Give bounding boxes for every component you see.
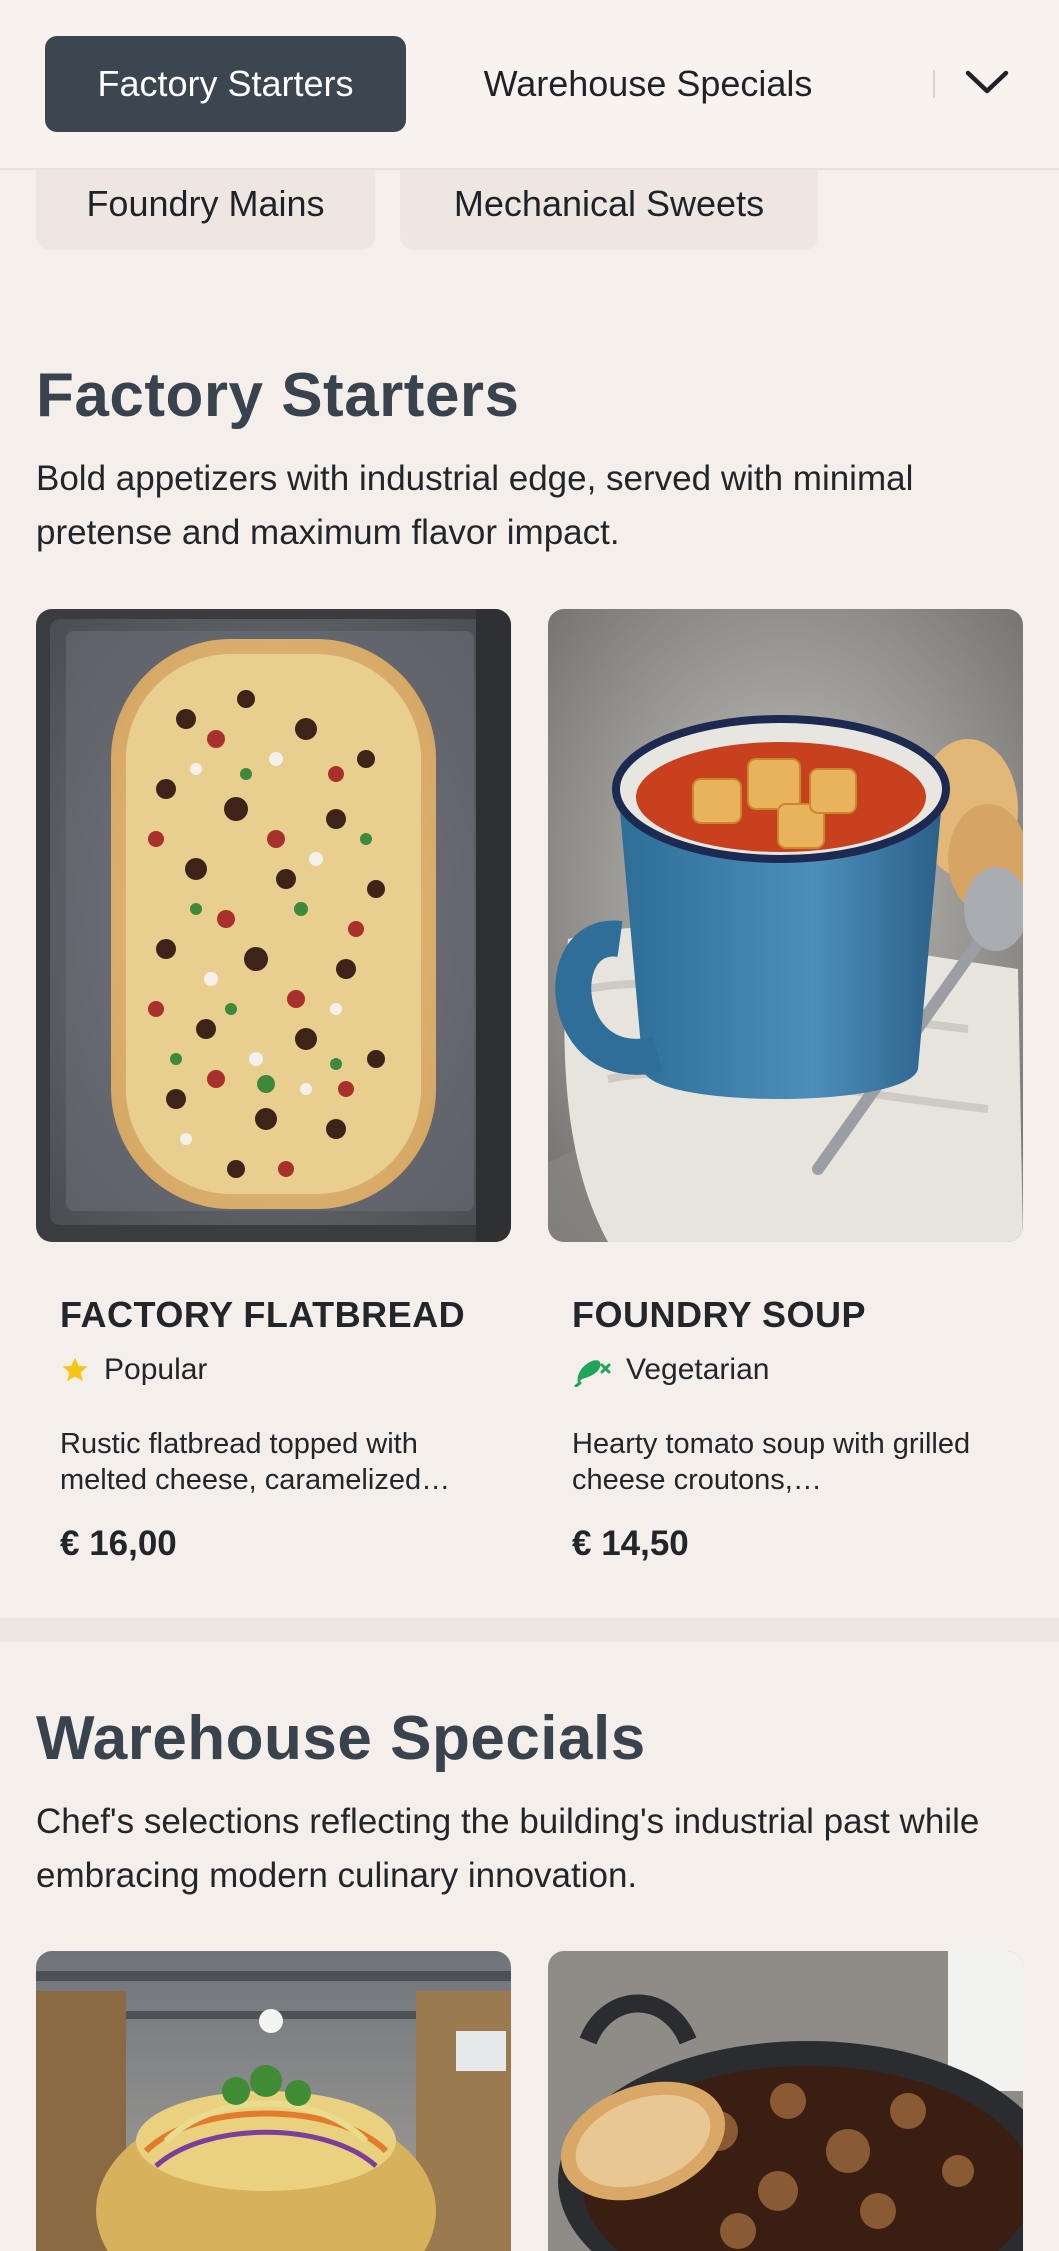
tab-label: Factory Starters	[97, 63, 354, 104]
nav-fade	[860, 20, 930, 150]
item-name: FACTORY FLATBREAD	[60, 1294, 466, 1335]
vegetarian-badge: Vegetarian	[572, 1353, 769, 1387]
nav-divider	[933, 70, 935, 98]
section-divider	[0, 1618, 1059, 1642]
section-description: Chef's selections reflecting the buildin…	[36, 1802, 980, 1895]
item-description: Hearty tomato soup with grilled cheese c…	[572, 1428, 971, 1496]
flatbread-image[interactable]	[36, 609, 511, 1242]
expand-categories-button[interactable]	[955, 50, 1019, 114]
tab-label: Mechanical Sweets	[453, 183, 765, 224]
section-description: Bold appetizers with industrial edge, se…	[36, 459, 914, 552]
soup-photo	[548, 609, 1023, 1242]
star-icon	[60, 1355, 90, 1385]
popular-badge: Popular	[60, 1353, 207, 1387]
vegetarian-icon	[572, 1353, 612, 1387]
tab-factory-starters[interactable]: Factory Starters	[45, 36, 406, 132]
item-name: FOUNDRY SOUP	[572, 1294, 867, 1335]
category-nav: Factory Starters Warehouse Specials	[0, 0, 1059, 170]
chevron-down-icon	[965, 70, 1009, 94]
flatbread-photo	[36, 609, 511, 1242]
tab-label: Foundry Mains	[86, 183, 325, 224]
tab-label: Warehouse Specials	[483, 63, 813, 104]
stew-photo	[548, 1951, 1023, 2251]
stew-image[interactable]	[548, 1951, 1023, 2251]
section-title: Warehouse Specials	[36, 1704, 646, 1773]
item-price: € 16,00	[60, 1524, 177, 1563]
item-price: € 14,50	[572, 1524, 689, 1563]
badge-label: Popular	[104, 1353, 208, 1386]
warehouse-dish-image[interactable]	[36, 1951, 511, 2251]
badge-label: Vegetarian	[626, 1353, 770, 1386]
item-description: Rustic flatbread topped with melted chee…	[60, 1428, 451, 1496]
soup-image[interactable]	[548, 609, 1023, 1242]
warehouse-salad-photo	[36, 1951, 511, 2251]
tab-warehouse-specials[interactable]: Warehouse Specials	[438, 36, 858, 132]
section-title: Factory Starters	[36, 361, 520, 430]
